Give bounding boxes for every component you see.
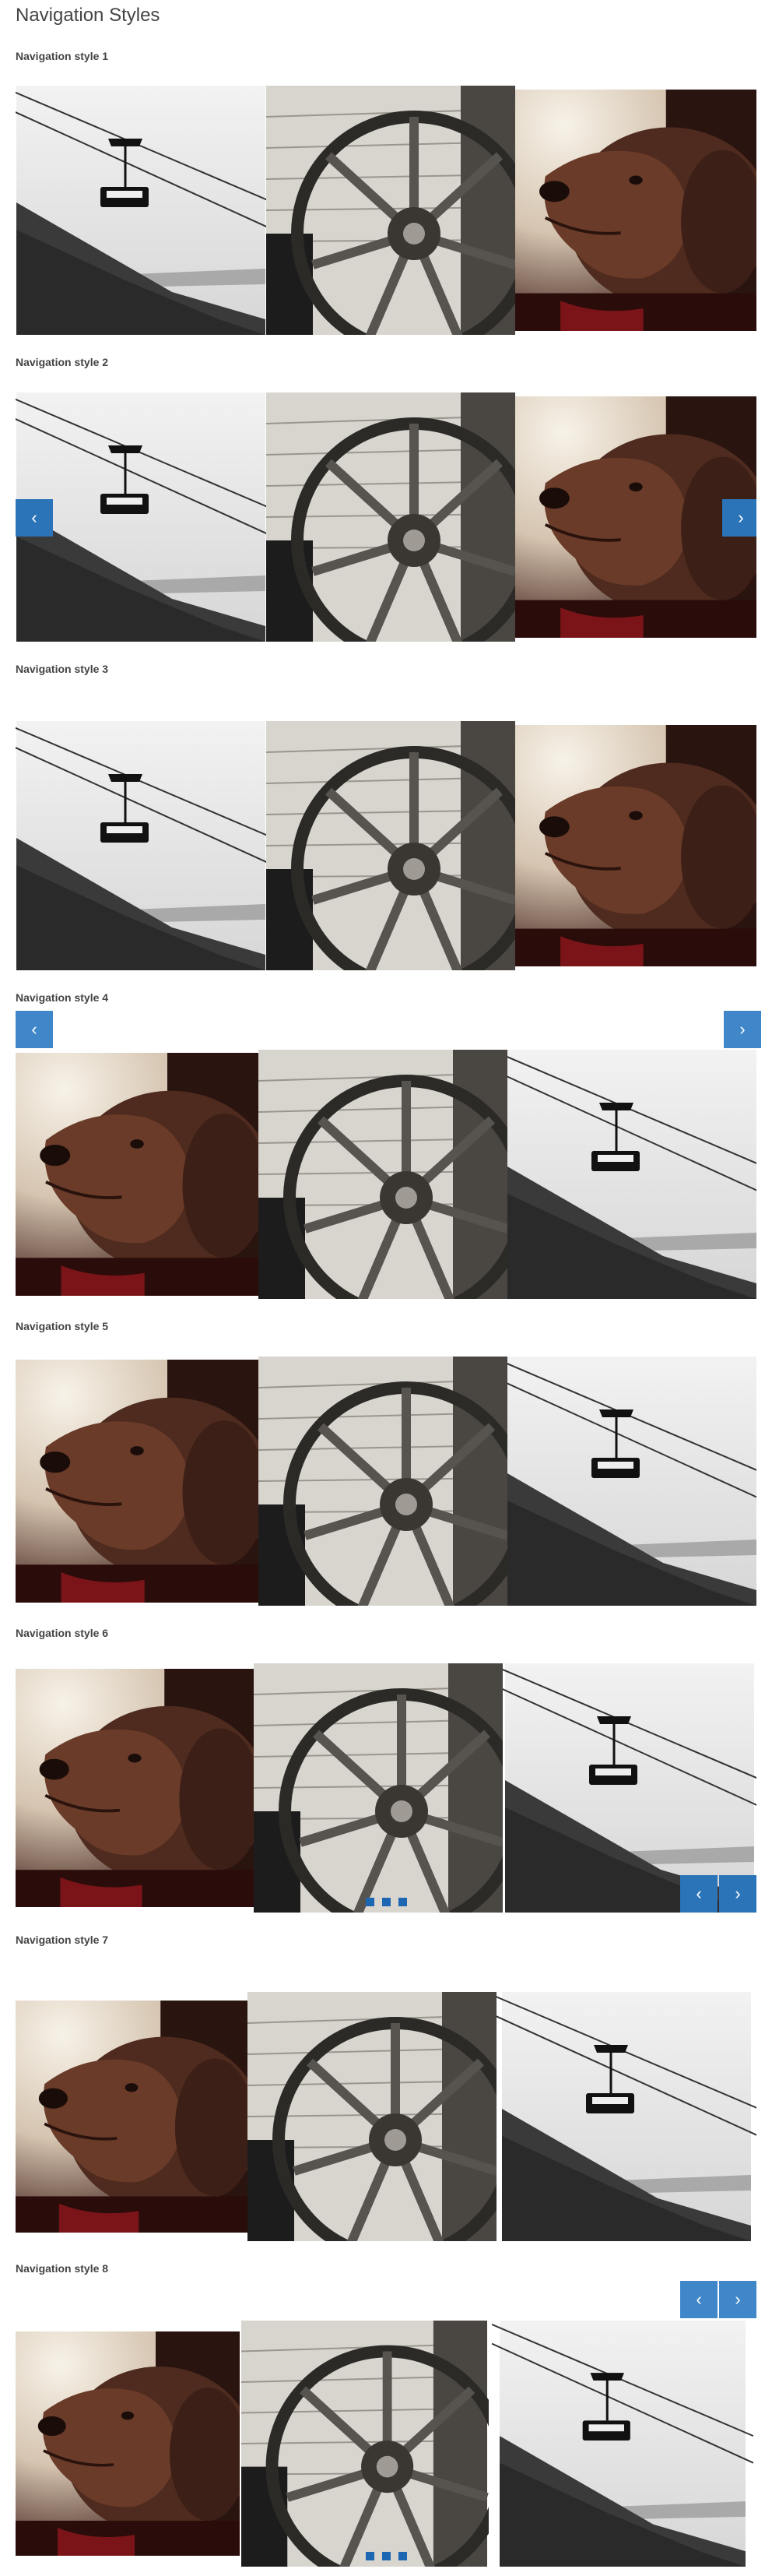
pagination-dot[interactable] (382, 1898, 391, 1906)
prev-button[interactable]: ‹ (16, 499, 53, 537)
next-button[interactable]: › (722, 499, 756, 537)
slide-wagon-wheel-photo (266, 392, 515, 642)
slide-dog-photo (16, 1992, 247, 2241)
nav-button-group: ‹ › (680, 1875, 756, 1913)
slide-wagon-wheel-photo (247, 1992, 497, 2241)
chevron-left-icon: ‹ (31, 1019, 37, 1039)
section-title-7: Navigation style 7 (16, 1934, 109, 1946)
chevron-right-icon: › (735, 2289, 741, 2309)
carousel-1[interactable] (16, 86, 756, 335)
pagination-dot[interactable] (398, 2552, 407, 2560)
slide-dog-photo (515, 721, 756, 970)
slide-wagon-wheel-photo (266, 721, 515, 970)
slide-dog-photo (16, 2321, 240, 2567)
slide-wagon-wheel-photo (240, 2321, 489, 2567)
carousel-7[interactable] (16, 1992, 756, 2241)
slide-dog-photo (16, 1663, 254, 1913)
carousel-4[interactable] (16, 1050, 756, 1299)
carousel-2[interactable]: ‹ › (16, 392, 756, 642)
prev-button[interactable]: ‹ (16, 1011, 53, 1048)
page-title: Navigation Styles (16, 5, 160, 26)
slide-dog-photo (515, 86, 756, 335)
next-button[interactable]: › (719, 1875, 756, 1913)
slide-gondola-photo (489, 2321, 756, 2567)
carousel-5[interactable] (16, 1357, 756, 1606)
next-button[interactable]: › (724, 1011, 761, 1048)
section-title-4: Navigation style 4 (16, 991, 109, 1004)
section-title-2: Navigation style 2 (16, 356, 109, 368)
slide-gondola-photo (497, 1992, 756, 2241)
pagination-dot[interactable] (398, 1898, 407, 1906)
pagination-dots (366, 1898, 407, 1906)
pagination-dots (366, 2552, 407, 2560)
carousel-3[interactable] (16, 721, 756, 970)
slide-gondola-photo (16, 392, 266, 642)
section-title-3: Navigation style 3 (16, 663, 109, 675)
slide-gondola-photo (507, 1357, 756, 1606)
prev-button[interactable]: ‹ (680, 2281, 718, 2318)
chevron-left-icon: ‹ (696, 1884, 702, 1903)
prev-button[interactable]: ‹ (680, 1875, 718, 1913)
chevron-right-icon: › (739, 1019, 746, 1039)
slide-wagon-wheel-photo (258, 1357, 507, 1606)
section-title-6: Navigation style 6 (16, 1627, 109, 1639)
chevron-left-icon: ‹ (31, 508, 37, 527)
slide-dog-photo (16, 1357, 258, 1606)
section-title-5: Navigation style 5 (16, 1320, 109, 1332)
carousel-8[interactable] (16, 2321, 756, 2567)
chevron-right-icon: › (738, 508, 744, 527)
next-button[interactable]: › (719, 2281, 756, 2318)
pagination-dot[interactable] (382, 2552, 391, 2560)
section-title-8: Navigation style 8 (16, 2262, 109, 2275)
chevron-left-icon: ‹ (696, 2289, 702, 2309)
pagination-dot[interactable] (366, 1898, 374, 1906)
slide-wagon-wheel-photo (266, 86, 515, 335)
slide-gondola-photo (16, 86, 266, 335)
chevron-right-icon: › (735, 1884, 741, 1903)
pagination-dot[interactable] (366, 2552, 374, 2560)
slide-gondola-photo (507, 1050, 756, 1299)
slide-gondola-photo (16, 721, 266, 970)
slide-dog-photo (16, 1050, 258, 1299)
section-title-1: Navigation style 1 (16, 50, 109, 62)
slide-wagon-wheel-photo (254, 1663, 503, 1913)
carousel-6[interactable]: ‹ › (16, 1663, 756, 1913)
nav-button-group: ‹ › (680, 2281, 756, 2318)
slide-wagon-wheel-photo (258, 1050, 507, 1299)
slide-dog-photo (515, 392, 756, 642)
